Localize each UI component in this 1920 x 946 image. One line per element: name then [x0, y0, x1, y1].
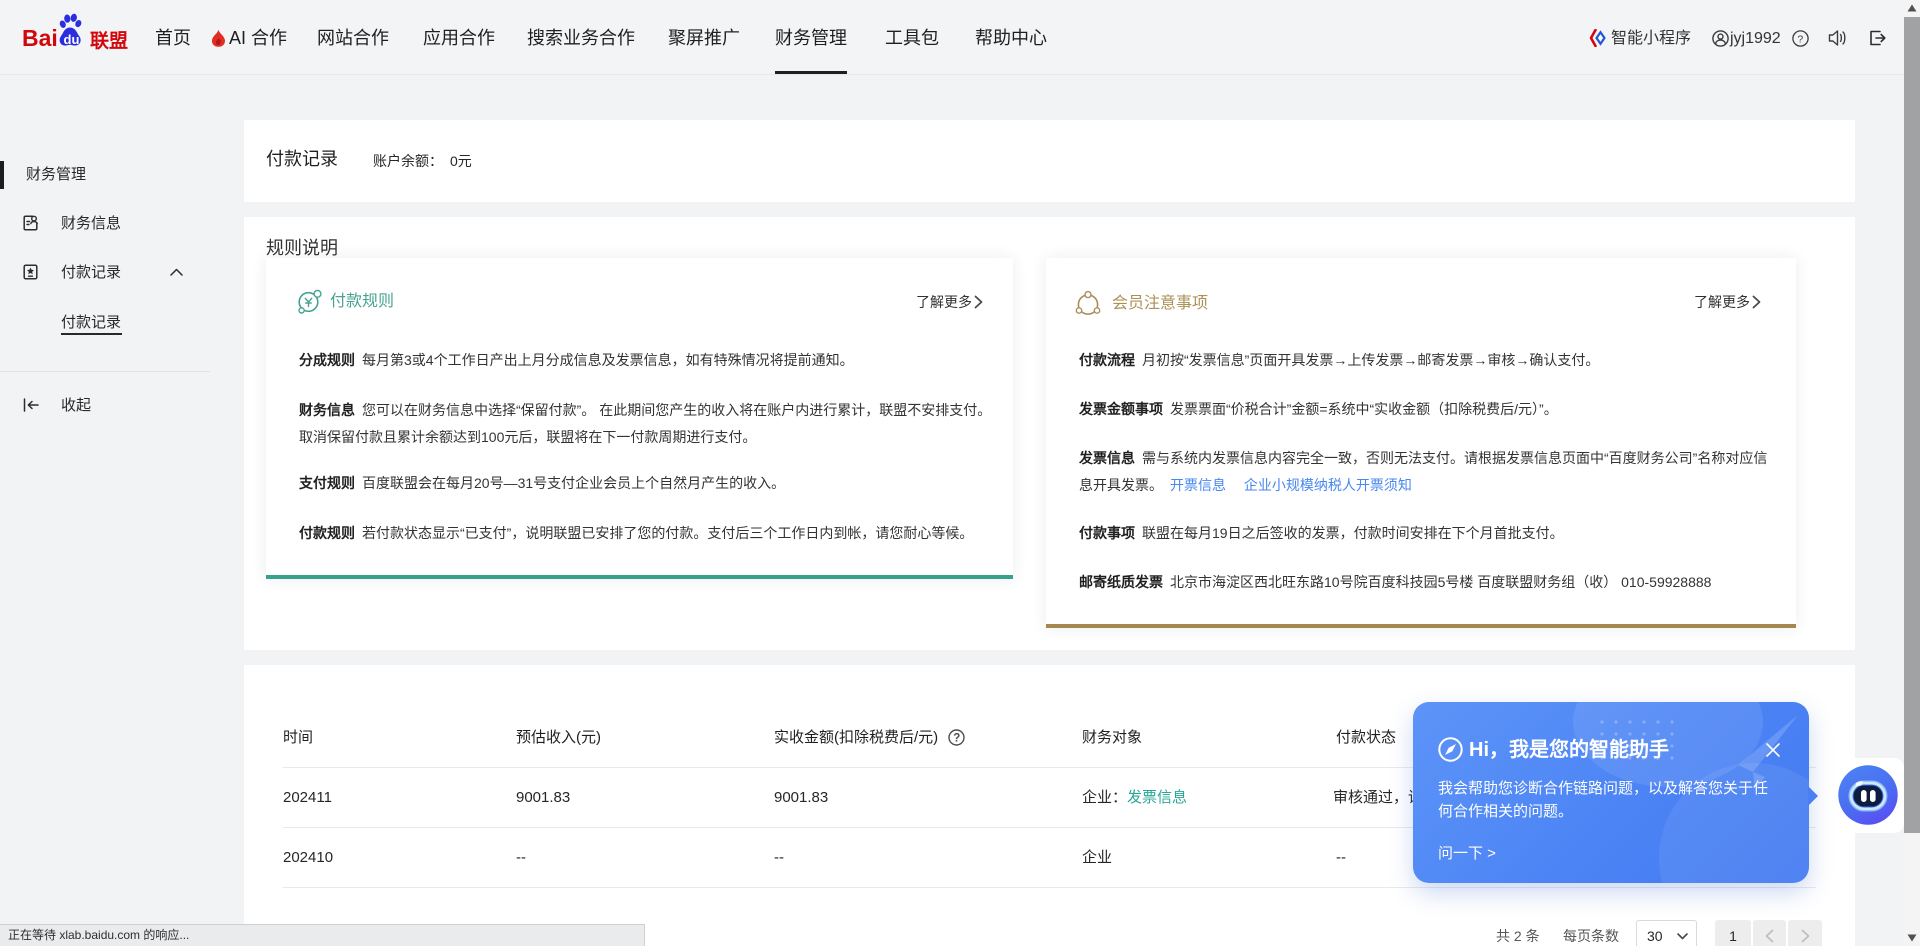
- svg-text:联盟: 联盟: [90, 30, 128, 52]
- svg-text:?: ?: [953, 733, 960, 745]
- svg-text:du: du: [64, 32, 80, 47]
- svg-text:Bai: Bai: [22, 25, 58, 51]
- svg-text:?: ?: [1797, 33, 1803, 45]
